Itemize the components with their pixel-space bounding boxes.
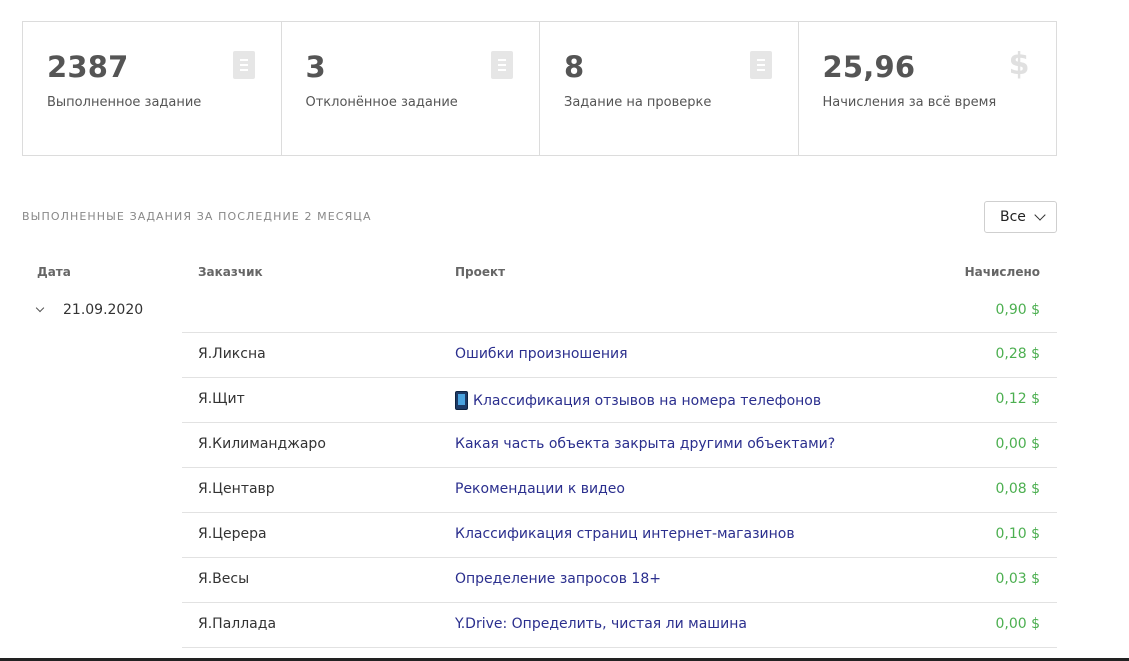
project-link[interactable]: Y.Drive: Определить, чистая ли машина [455,616,747,632]
chevron-down-icon[interactable] [35,303,45,313]
filter-select[interactable]: Все [984,201,1057,233]
stat-label: Выполненное задание [47,95,202,110]
project-link[interactable]: Определение запросов 18+ [455,571,661,587]
stat-value: 8 [564,50,585,84]
project-link[interactable]: Классификация страниц интернет-магазинов [455,526,795,542]
client-name: Я.Центавр [198,481,275,497]
client-name: Я.Весы [198,571,250,587]
stats-panel: 2387 Выполненное задание 3 Отклонённое з… [22,21,1057,156]
stat-earnings: 25,96 Начисления за всё время $ [797,22,1057,155]
document-icon [232,51,255,79]
project-name[interactable]: Определение запросов 18+ [455,571,661,587]
project-name[interactable]: Классификация страниц интернет-магазинов [455,526,795,542]
table-row: Я.Паллада Y.Drive: Определить, чистая ли… [182,602,1057,647]
group-date: 21.09.2020 [63,302,144,318]
client-name: Я.Ликсна [198,346,266,362]
amount: 0,03 $ [995,571,1040,587]
header-amount: Начислено [964,265,1040,279]
table-row: Я.Щит Классификация отзывов на номера те… [182,377,1057,422]
project-link[interactable]: Рекомендации к видео [455,481,625,497]
stat-completed: 2387 Выполненное задание [23,22,281,155]
document-icon [749,51,772,79]
project-name[interactable]: Y.Drive: Определить, чистая ли машина [455,616,747,632]
table-row: Я.Килиманджаро Какая часть объекта закры… [182,422,1057,467]
amount: 0,10 $ [995,526,1040,542]
stat-label: Начисления за всё время [822,95,997,110]
amount: 0,08 $ [995,481,1040,497]
project-link[interactable]: Классификация отзывов на номера телефоно… [455,391,821,410]
row-divider [182,647,1057,648]
amount: 0,00 $ [995,436,1040,452]
header-project: Проект [455,265,506,279]
stat-value: 2387 [47,50,129,84]
project-name[interactable]: Ошибки произношения [455,346,628,362]
table-row: Я.Весы Определение запросов 18+ 0,03 $ [182,557,1057,602]
project-name[interactable]: Рекомендации к видео [455,481,625,497]
amount: 0,12 $ [995,391,1040,407]
phone-icon [455,391,468,410]
amount: 0,00 $ [995,616,1040,632]
filter-value: Все [1000,209,1026,225]
chevron-down-icon [1034,209,1046,221]
dollar-icon: $ [1008,47,1030,82]
project-name[interactable]: Классификация отзывов на номера телефоно… [473,393,821,409]
project-link[interactable]: Какая часть объекта закрыта другими объе… [455,436,835,452]
client-name: Я.Паллада [198,616,277,632]
stat-value: 25,96 [822,50,916,84]
stat-value: 3 [305,50,326,84]
header-client: Заказчик [198,265,263,279]
document-icon [491,51,513,79]
stat-rejected: 3 Отклонённое задание [280,22,540,155]
group-total: 0,90 $ [995,302,1040,318]
table-row: Я.Церера Классификация страниц интернет-… [182,512,1057,557]
stat-label: Отклонённое задание [305,95,458,110]
table-row: Я.Центавр Рекомендации к видео 0,08 $ [182,467,1057,512]
project-name[interactable]: Какая часть объекта закрыта другими объе… [455,436,835,452]
stat-pending: 8 Задание на проверке [539,22,798,155]
stat-label: Задание на проверке [564,95,712,110]
amount: 0,28 $ [995,346,1040,362]
header-date: Дата [37,265,71,279]
client-name: Я.Церера [198,526,267,542]
client-name: Я.Килиманджаро [198,436,326,452]
client-name: Я.Щит [198,391,245,407]
section-title: ВЫПОЛНЕННЫЕ ЗАДАНИЯ ЗА ПОСЛЕДНИЕ 2 МЕСЯЦ… [22,210,372,223]
project-link[interactable]: Ошибки произношения [455,346,628,362]
table-row: Я.Ликсна Ошибки произношения 0,28 $ [182,332,1057,377]
